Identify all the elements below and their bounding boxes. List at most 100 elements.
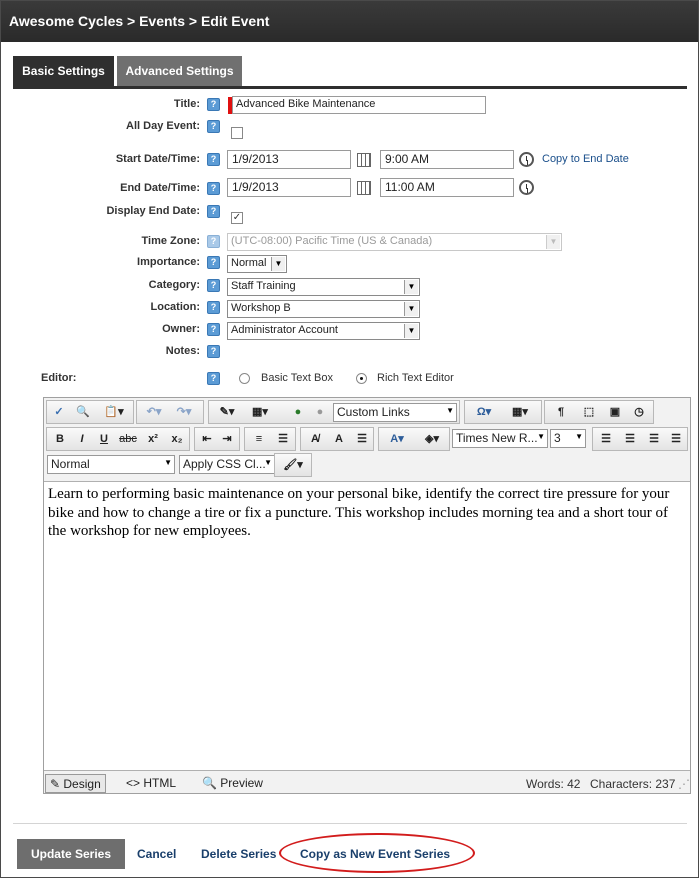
hyperlink-icon[interactable]: ✎▾ bbox=[213, 404, 241, 421]
chevron-down-icon: ▼ bbox=[404, 302, 418, 316]
spellcheck-icon[interactable]: ✓ bbox=[51, 404, 67, 421]
help-icon[interactable]: ? bbox=[207, 256, 220, 269]
update-series-button[interactable]: Update Series bbox=[17, 839, 125, 869]
italic-icon[interactable]: I bbox=[73, 431, 91, 448]
delete-series-link[interactable]: Delete Series bbox=[201, 847, 276, 861]
help-icon[interactable]: ? bbox=[207, 323, 220, 336]
end-date-input[interactable]: 1/9/2013 bbox=[227, 178, 351, 197]
tab-advanced-settings[interactable]: Advanced Settings bbox=[117, 56, 242, 88]
insert-time-icon[interactable]: ◷ bbox=[629, 404, 649, 421]
pencil-icon: ✎ bbox=[50, 777, 64, 791]
title-input[interactable]: Advanced Bike Maintenance bbox=[232, 96, 486, 114]
location-select[interactable]: Workshop B ▼ bbox=[227, 300, 420, 318]
footer-divider bbox=[13, 823, 687, 824]
globe-link-icon[interactable]: ● bbox=[289, 404, 307, 421]
display-end-date-checkbox[interactable]: ✓ bbox=[231, 212, 243, 224]
format-painter-icon[interactable]: 🖌▾ bbox=[278, 457, 308, 474]
highlight-color-icon[interactable]: ◈▾ bbox=[417, 431, 447, 448]
justify-icon[interactable]: ☰ bbox=[667, 431, 685, 448]
help-icon[interactable]: ? bbox=[207, 205, 220, 218]
calendar-icon[interactable] bbox=[357, 153, 371, 167]
chevron-down-icon: ▼ bbox=[446, 406, 454, 415]
help-icon[interactable]: ? bbox=[207, 372, 220, 385]
bulleted-list-icon[interactable]: ☰ bbox=[273, 431, 293, 448]
align-center-icon[interactable]: ☰ bbox=[621, 431, 639, 448]
highlight-annotation bbox=[279, 833, 475, 873]
redo-icon[interactable]: ↷▾ bbox=[171, 404, 197, 421]
end-time-input[interactable]: 11:00 AM bbox=[380, 178, 514, 197]
format-stripper-icon[interactable]: A bbox=[329, 431, 349, 448]
align-right-icon[interactable]: ☰ bbox=[645, 431, 663, 448]
outdent-icon[interactable]: ⇤ bbox=[198, 431, 216, 448]
tab-basic-settings[interactable]: Basic Settings bbox=[13, 56, 114, 88]
design-mode-tab[interactable]: ✎ Design bbox=[45, 774, 106, 793]
rich-text-editor-radio[interactable] bbox=[356, 373, 367, 384]
font-color-icon[interactable]: A▾ bbox=[383, 431, 411, 448]
copy-to-end-date-link[interactable]: Copy to End Date bbox=[542, 153, 629, 165]
html-mode-tab[interactable]: <> HTML bbox=[122, 774, 180, 793]
strikethrough-icon[interactable]: abc bbox=[117, 431, 139, 448]
basic-text-box-label[interactable]: Basic Text Box bbox=[261, 372, 333, 384]
start-date-input[interactable]: 1/9/2013 bbox=[227, 150, 351, 169]
toolbar-group-align: ☰ ☰ ☰ ☰ bbox=[592, 427, 688, 451]
bold-icon[interactable]: B bbox=[51, 431, 69, 448]
font-name-select[interactable]: Times New R... ▼ bbox=[452, 429, 548, 448]
category-select[interactable]: Staff Training ▼ bbox=[227, 278, 420, 296]
chevron-down-icon: ▼ bbox=[264, 458, 272, 467]
help-icon[interactable]: ? bbox=[207, 279, 220, 292]
help-icon[interactable]: ? bbox=[207, 345, 220, 358]
image-manager-icon[interactable]: ▦▾ bbox=[245, 404, 275, 421]
start-time-input[interactable]: 9:00 AM bbox=[380, 150, 514, 169]
find-replace-icon[interactable]: 🔍 bbox=[73, 404, 93, 421]
clear-format-icon[interactable]: A̸ bbox=[305, 431, 325, 448]
css-class-select[interactable]: Apply CSS Cl... ▼ bbox=[179, 455, 275, 474]
rich-text-editor-label[interactable]: Rich Text Editor bbox=[377, 372, 454, 384]
resize-handle-icon[interactable]: ⋰ bbox=[678, 777, 690, 791]
importance-label: Importance: bbox=[137, 256, 200, 268]
align-left-icon[interactable]: ☰ bbox=[597, 431, 615, 448]
help-icon[interactable]: ? bbox=[207, 301, 220, 314]
numbered-list-icon[interactable]: ≡ bbox=[249, 431, 269, 448]
cancel-link[interactable]: Cancel bbox=[137, 847, 176, 861]
preview-label: Preview bbox=[220, 776, 263, 790]
owner-select[interactable]: Administrator Account ▼ bbox=[227, 322, 420, 340]
paragraph-icon[interactable]: ¶ bbox=[549, 404, 573, 421]
undo-icon[interactable]: ↶▾ bbox=[141, 404, 167, 421]
importance-select[interactable]: Normal ▼ bbox=[227, 255, 287, 273]
underline-icon[interactable]: U bbox=[95, 431, 113, 448]
editor-content[interactable]: Learn to performing basic maintenance on… bbox=[44, 481, 690, 771]
clean-format-icon[interactable]: ⬚ bbox=[579, 404, 599, 421]
calendar-icon[interactable] bbox=[357, 181, 371, 195]
html-label: HTML bbox=[143, 776, 177, 790]
clock-icon[interactable] bbox=[519, 152, 534, 167]
toolbar-group-tools: ✓ 🔍 📋▾ bbox=[46, 400, 134, 424]
location-label: Location: bbox=[150, 301, 201, 313]
horizontal-rule-icon[interactable]: ☰ bbox=[353, 431, 371, 448]
clock-icon[interactable] bbox=[519, 180, 534, 195]
help-icon[interactable]: ? bbox=[207, 153, 220, 166]
font-size-select[interactable]: 3 ▼ bbox=[550, 429, 586, 448]
toolbar-group-undo: ↶▾ ↷▾ bbox=[136, 400, 204, 424]
all-day-checkbox[interactable] bbox=[231, 127, 243, 139]
toolbar-group-painter: 🖌▾ bbox=[274, 453, 312, 477]
custom-links-value: Custom Links bbox=[337, 405, 410, 419]
code-icon: <> bbox=[126, 776, 144, 790]
paragraph-style-select[interactable]: Normal ▼ bbox=[47, 455, 175, 474]
css-class-value: Apply CSS Cl... bbox=[183, 457, 266, 471]
superscript-icon[interactable]: x² bbox=[143, 431, 163, 448]
remove-link-icon[interactable]: ● bbox=[311, 404, 329, 421]
subscript-icon[interactable]: x₂ bbox=[167, 431, 187, 448]
insert-date-icon[interactable]: ▣ bbox=[605, 404, 625, 421]
custom-links-select[interactable]: Custom Links ▼ bbox=[333, 403, 457, 422]
paste-icon[interactable]: 📋▾ bbox=[99, 404, 129, 421]
help-icon[interactable]: ? bbox=[207, 98, 220, 111]
help-icon[interactable]: ? bbox=[207, 182, 220, 195]
preview-mode-tab[interactable]: 🔍 Preview bbox=[198, 774, 267, 793]
toolbar-group-links: ✎▾ ▦▾ ● ● Custom Links ▼ bbox=[208, 400, 460, 424]
symbol-icon[interactable]: Ω▾ bbox=[469, 404, 499, 421]
table-icon[interactable]: ▦▾ bbox=[503, 404, 537, 421]
indent-icon[interactable]: ⇥ bbox=[218, 431, 236, 448]
help-icon[interactable]: ? bbox=[207, 120, 220, 133]
owner-label: Owner: bbox=[162, 323, 200, 335]
basic-text-box-radio[interactable] bbox=[239, 373, 250, 384]
